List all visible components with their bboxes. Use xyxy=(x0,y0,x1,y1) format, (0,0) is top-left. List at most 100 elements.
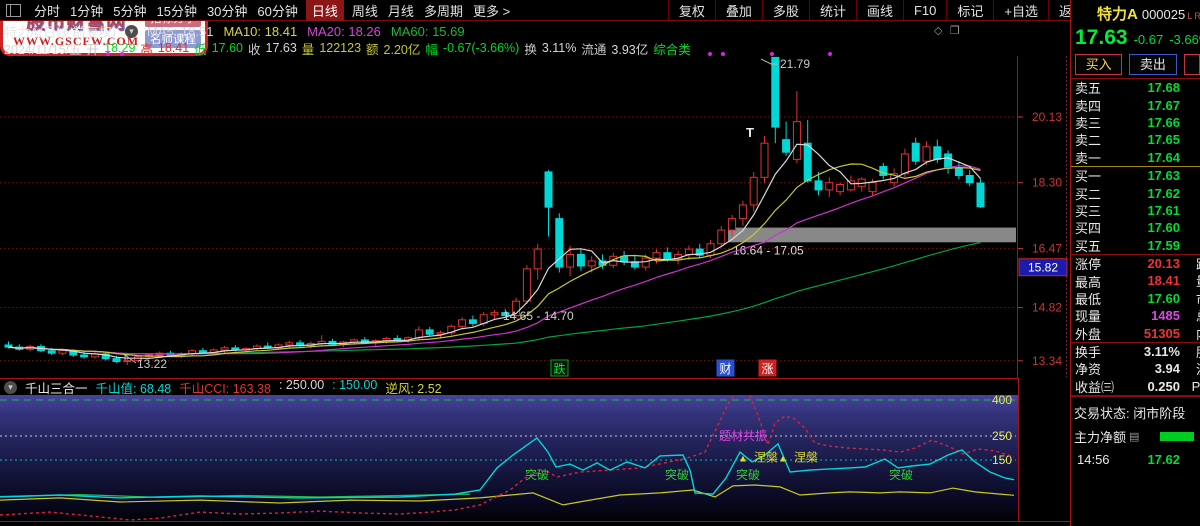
list-icon[interactable]: ▤ xyxy=(1129,430,1139,443)
candle xyxy=(976,182,985,208)
menu-item-周线[interactable]: 周线 xyxy=(352,1,378,20)
diamond-icon[interactable]: ◇ xyxy=(934,24,942,37)
supply-zone: 16.64 - 17.05 xyxy=(728,227,1016,257)
stat-label: 收益㈢ xyxy=(1075,379,1115,395)
level-row[interactable]: 买一 17.63 xyxy=(1071,167,1200,184)
peak-price-label: 21.79 xyxy=(780,57,810,71)
info-token: 低 xyxy=(194,42,207,57)
ma-values: MA5: 18.51 MA10: 18.41 MA20: 18.26 MA60: 15… xyxy=(147,24,465,39)
menu-item-60分钟[interactable]: 60分钟 xyxy=(257,1,297,20)
level-row[interactable]: 卖三 17.66 xyxy=(1071,114,1200,131)
candle xyxy=(544,171,553,208)
info-token: 高 xyxy=(140,42,153,57)
stat-row: 最高 18.41 量 xyxy=(1071,272,1200,289)
buy-button[interactable]: 买入 xyxy=(1075,54,1123,75)
tick-time: 14:56 xyxy=(1077,452,1110,468)
stat-label: 最高 xyxy=(1075,274,1102,290)
marker-badge-财[interactable]: 财 xyxy=(716,359,735,377)
info-token: 换 xyxy=(524,42,537,57)
indicator-panel-chart[interactable]: 400250150突破 突破 突破 突破▲ 涅槃 ▲ 涅槃题材共振 xyxy=(0,395,1018,521)
candle xyxy=(965,175,974,184)
sell-button[interactable]: 卖出 xyxy=(1129,54,1177,75)
svg-text:16.64 - 17.05: 16.64 - 17.05 xyxy=(733,243,804,257)
window-split-icon[interactable] xyxy=(6,3,21,17)
tools-menu: 复权叠加多股统计画线F10标记+自选返回 xyxy=(667,0,1096,20)
stat-label: 现量 xyxy=(1075,309,1102,325)
info-token: 17.63 xyxy=(265,41,297,55)
level-label: 卖一 xyxy=(1075,150,1102,166)
level-row[interactable]: 卖一 17.64 xyxy=(1071,149,1200,166)
menu-item-画线[interactable]: 画线 xyxy=(855,0,903,20)
menu-item-F10[interactable]: F10 xyxy=(902,0,946,20)
level-price: 17.66 xyxy=(1147,114,1180,130)
menu-item-标记[interactable]: 标记 xyxy=(946,0,993,20)
level-price: 17.59 xyxy=(1147,237,1180,253)
candle xyxy=(490,312,499,316)
menu-item-复权[interactable]: 复权 xyxy=(667,0,715,20)
menu-item-15分钟[interactable]: 15分钟 xyxy=(156,1,196,20)
stat-cut-label: 量 xyxy=(1196,271,1200,290)
menu-item-1分钟[interactable]: 1分钟 xyxy=(70,1,103,20)
part-button[interactable] xyxy=(1183,54,1200,75)
svg-text:13.34: 13.34 xyxy=(1032,354,1062,368)
axis-highlight-price: 15.82 xyxy=(1018,258,1068,277)
nirvana-triangle-icon: ▲ xyxy=(778,454,788,465)
level-price: 17.68 xyxy=(1147,80,1180,96)
level-row[interactable]: 卖五 17.68 xyxy=(1071,79,1200,96)
level-row[interactable]: 卖四 17.67 xyxy=(1071,96,1200,114)
sidebar-stock-header: 特力A000025L R|0 xyxy=(1071,0,1200,24)
level-row[interactable]: 买五 17.59 xyxy=(1071,237,1200,254)
level-price: 17.60 xyxy=(1147,220,1180,236)
level-row[interactable]: 买四 17.60 xyxy=(1071,219,1200,236)
menu-item-多周期[interactable]: 多周期 xyxy=(424,1,463,20)
candle xyxy=(652,252,661,259)
menu-item-分时[interactable]: 分时 xyxy=(34,1,60,20)
stat-value: 3.11% xyxy=(1143,344,1180,360)
menu-item-5分钟[interactable]: 5分钟 xyxy=(113,1,146,20)
menu-item-日线[interactable]: 日线 xyxy=(305,0,344,21)
daily-info-bar: 2024/11/15/五开 18.29 高 18.41 低 17.60 收 17.63 量 122… xyxy=(0,40,1020,57)
menu-item-统计[interactable]: 统计 xyxy=(808,0,856,20)
resonance-label: 题材共振 xyxy=(719,429,767,443)
stat-label: 换手 xyxy=(1075,345,1102,361)
collapse-chart-icon[interactable]: ▾ xyxy=(124,24,138,38)
stock-flags: L R|0 xyxy=(1187,11,1200,21)
tick-row[interactable]: 14:56 17.62 xyxy=(1071,446,1200,467)
level-label: 卖五 xyxy=(1075,81,1102,97)
panel-icon[interactable]: ❐ xyxy=(950,24,960,37)
candle xyxy=(792,121,801,160)
level-row[interactable]: 买二 17.62 xyxy=(1071,184,1200,202)
info-token: 2024/11/15/五 xyxy=(4,42,82,57)
collapse-indicator-icon[interactable]: ▾ xyxy=(4,380,17,394)
stat-row: 换手 3.11% 股 xyxy=(1071,343,1200,360)
indicator-grid-label: 400 xyxy=(992,395,1012,407)
info-token: -0.67(-3.66%) xyxy=(442,41,520,55)
candle xyxy=(425,329,434,335)
menu-item-+自选[interactable]: +自选 xyxy=(993,0,1048,20)
candle xyxy=(738,204,747,220)
info-token: 2.20亿 xyxy=(383,42,421,57)
menu-item-月线[interactable]: 月线 xyxy=(388,1,414,20)
candle xyxy=(112,358,121,362)
bottom-border xyxy=(0,521,1070,522)
marker-badge-涨[interactable]: 涨 xyxy=(758,359,777,377)
info-token: 幅 xyxy=(425,42,438,57)
level-row[interactable]: 卖二 17.65 xyxy=(1071,131,1200,148)
menu-item-更多 >[interactable]: 更多 > xyxy=(473,1,510,20)
svg-text:20.13: 20.13 xyxy=(1032,110,1062,124)
stat-row: 最低 17.60 市 xyxy=(1071,290,1200,307)
candle xyxy=(587,260,596,267)
svg-text:18.30: 18.30 xyxy=(1032,176,1062,190)
level-price: 17.64 xyxy=(1147,149,1180,165)
menu-item-30分钟[interactable]: 30分钟 xyxy=(207,1,247,20)
ma10-line xyxy=(8,163,981,358)
tick-price: 17.62 xyxy=(1147,452,1180,468)
level-row[interactable]: 买三 17.61 xyxy=(1071,202,1200,219)
marker-badge-跌[interactable]: 跌 xyxy=(550,359,569,377)
ma20-line xyxy=(8,165,981,355)
menu-item-叠加[interactable]: 叠加 xyxy=(714,0,762,20)
box-range-label: 14.65 - 14.70 xyxy=(503,309,574,323)
candle xyxy=(576,253,585,267)
candle xyxy=(706,243,715,256)
menu-item-多股[interactable]: 多股 xyxy=(761,0,809,20)
